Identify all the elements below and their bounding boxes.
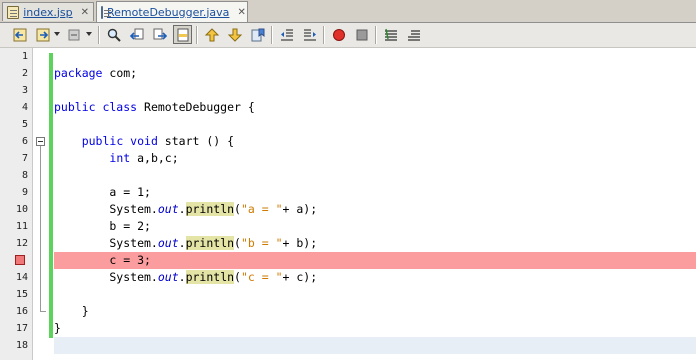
line-text[interactable]: package com; [54,65,696,82]
find-next-icon[interactable] [150,25,169,44]
comment-icon[interactable] [381,25,400,44]
stop-macro-icon[interactable] [352,25,371,44]
line-text[interactable] [54,82,696,99]
toggle-bookmark-icon[interactable] [248,25,267,44]
line-text[interactable] [54,167,696,184]
line-text[interactable]: public void start () { [54,133,696,150]
line-number: 17 [15,323,28,334]
code-line[interactable]: 5 [0,116,696,133]
line-text[interactable]: public class RemoteDebugger { [54,99,696,116]
breakpoint-icon[interactable] [15,255,25,265]
line-number: 9 [21,187,28,198]
code-line[interactable]: 15 [0,286,696,303]
breakpoint-line[interactable]: 13 c = 3; [0,252,696,269]
code-line[interactable]: 8 [0,167,696,184]
code-line[interactable]: 4 public class RemoteDebugger { [0,99,696,116]
line-text[interactable]: } [54,303,696,320]
line-number: 11 [15,221,28,232]
line-text[interactable]: System.out.println("a = "+ a); [54,201,696,218]
close-icon[interactable]: ✕ [81,7,89,18]
line-number: 1 [21,51,28,62]
jsp-file-icon [7,5,20,19]
line-number: 4 [21,102,28,113]
line-text[interactable]: } [54,320,696,337]
line-number: 10 [15,204,28,215]
line-text[interactable]: a = 1; [54,184,696,201]
chevron-down-icon[interactable] [54,32,60,36]
code-editor[interactable]: 1 2 package com; 3 4 public class Remote… [0,48,696,360]
line-number: 5 [21,119,28,130]
tab-label: index.jsp [23,5,73,19]
tab-label: RemoteDebugger.java [107,5,230,19]
code-line[interactable]: 6 public void start () { [0,133,696,150]
code-line[interactable]: 17 } [0,320,696,337]
line-number: 6 [21,136,28,147]
toolbar-separator [196,26,198,44]
line-number: 8 [21,170,28,181]
line-text[interactable] [54,48,696,65]
line-text[interactable]: c = 3; [54,252,696,269]
fold-collapse-icon[interactable] [36,137,45,146]
code-line[interactable]: 3 [0,82,696,99]
editor-toolbar [0,23,696,48]
keyword-token: int [109,151,131,165]
line-number: 16 [15,306,28,317]
code-line[interactable]: 10 System.out.println("a = "+ a); [0,201,696,218]
find-icon[interactable] [104,25,123,44]
line-number: 14 [15,272,28,283]
tab-remotedebugger-java[interactable]: RemoteDebugger.java ✕ [96,1,248,22]
code-line[interactable]: 11 b = 2; [0,218,696,235]
forward-icon[interactable] [33,25,52,44]
line-text[interactable] [54,337,696,354]
toolbar-separator [323,26,325,44]
toolbar-separator [98,26,100,44]
last-edit-icon[interactable] [64,25,83,44]
line-number: 15 [15,289,28,300]
code-line[interactable]: 9 a = 1; [0,184,696,201]
code-line[interactable]: 7 int a,b,c; [0,150,696,167]
line-text[interactable] [54,116,696,133]
find-previous-icon[interactable] [127,25,146,44]
next-bookmark-icon[interactable] [225,25,244,44]
line-text[interactable]: System.out.println("c = "+ c); [54,269,696,286]
line-text[interactable]: int a,b,c; [54,150,696,167]
java-file-icon [101,5,111,19]
line-text[interactable] [54,286,696,303]
uncomment-icon[interactable] [404,25,423,44]
tab-index-jsp[interactable]: index.jsp ✕ [2,2,94,21]
code-line[interactable]: 2 package com; [0,65,696,82]
line-text[interactable]: System.out.println("b = "+ b); [54,235,696,252]
code-line[interactable]: 12 System.out.println("b = "+ b); [0,235,696,252]
editor-tab-bar: index.jsp ✕ RemoteDebugger.java ✕ [0,0,696,23]
chevron-down-icon[interactable] [86,32,92,36]
line-number: 18 [15,340,28,351]
back-icon[interactable] [10,25,29,44]
line-text[interactable]: b = 2; [54,218,696,235]
current-line[interactable]: 18 [0,337,696,354]
toolbar-separator [271,26,273,44]
keyword-token: package [54,66,103,80]
close-icon[interactable]: ✕ [237,7,245,18]
keyword-token: public void [81,134,158,148]
line-number: 3 [21,85,28,96]
toggle-highlight-icon[interactable] [173,25,192,44]
toolbar-separator [375,26,377,44]
shift-left-icon[interactable] [277,25,296,44]
code-line[interactable]: 1 [0,48,696,65]
line-number: 2 [21,68,28,79]
keyword-token: public class [54,100,138,114]
shift-right-icon[interactable] [300,25,319,44]
start-macro-icon[interactable] [329,25,348,44]
code-line[interactable]: 16 } [0,303,696,320]
code-line[interactable]: 14 System.out.println("c = "+ c); [0,269,696,286]
previous-bookmark-icon[interactable] [202,25,221,44]
line-number: 12 [15,238,28,249]
line-number: 7 [21,153,28,164]
